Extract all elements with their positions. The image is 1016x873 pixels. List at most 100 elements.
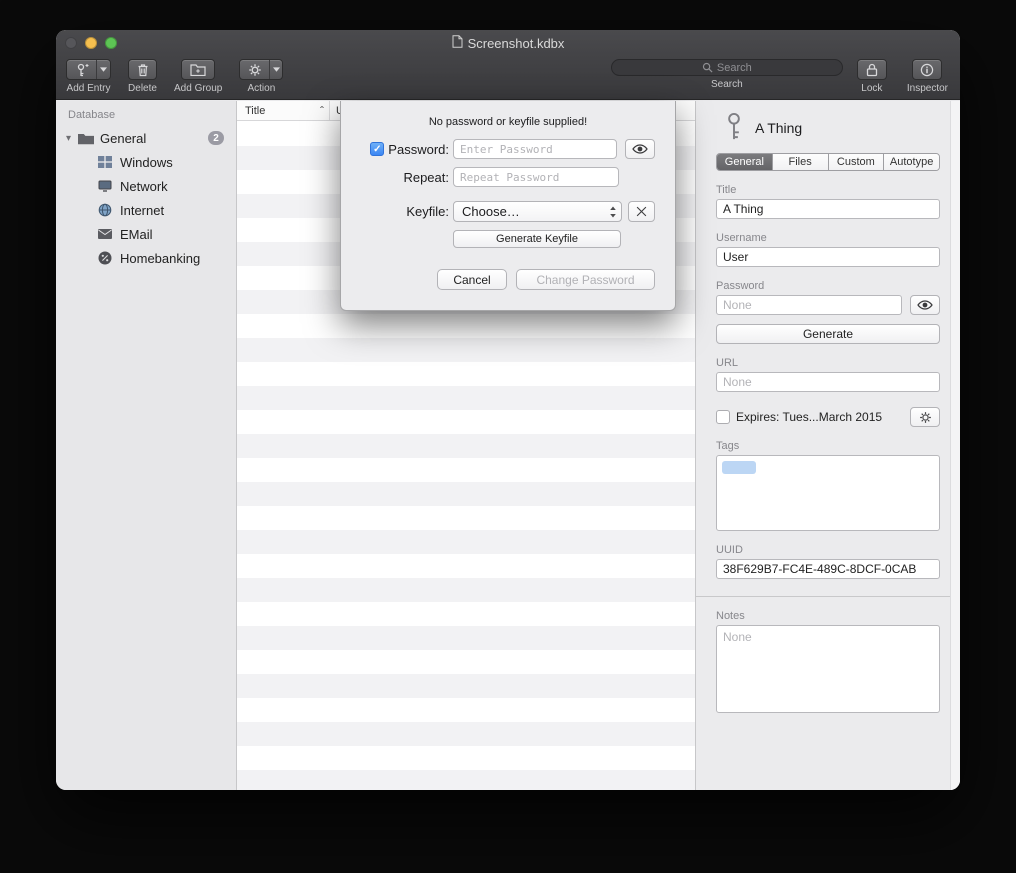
title-field[interactable] [716,199,940,219]
delete-button[interactable] [128,59,157,80]
inspector-scrollbar[interactable] [950,101,960,790]
expires-checkbox[interactable] [716,410,730,424]
tab-autotype[interactable]: Autotype [884,154,939,170]
inspector-button[interactable] [912,59,942,80]
divider [696,596,960,597]
show-password-button[interactable] [625,139,655,159]
delete-label: Delete [128,83,157,94]
change-password-dialog: No password or keyfile supplied! ✓ Passw… [340,101,676,311]
tab-files[interactable]: Files [773,154,829,170]
sidebar-item-windows[interactable]: Windows [56,150,236,174]
sidebar-item-network[interactable]: Network [56,174,236,198]
notes-field[interactable] [716,625,940,713]
add-entry-dropdown[interactable] [96,60,110,79]
show-password-button[interactable] [910,295,940,315]
action-button[interactable] [239,59,283,80]
entry-title: A Thing [755,120,802,136]
expires-row: Expires: Tues...March 2015 [716,407,940,427]
expires-settings-button[interactable] [910,407,940,427]
stepper-icon [609,206,617,218]
titlebar[interactable]: Screenshot.kdbx [56,30,960,56]
info-icon [920,63,934,77]
column-header-title[interactable]: Title ˆ [237,101,330,120]
tab-general[interactable]: General [717,154,773,170]
eye-icon [632,144,648,154]
uuid-label: UUID [716,544,940,556]
keyfile-popup[interactable]: Choose… [453,201,622,222]
windows-icon [97,156,113,168]
repeat-password-input[interactable] [453,167,619,187]
window-chrome: Screenshot.kdbx Add Entry D [56,30,960,100]
app-window: Screenshot.kdbx Add Entry D [56,30,960,790]
disclosure-triangle-icon[interactable]: ▾ [66,133,78,144]
sidebar-header: Database [56,101,236,126]
lock-icon [866,63,878,77]
action-dropdown[interactable] [269,60,283,79]
sidebar-item-general[interactable]: ▾ General 2 [56,126,236,150]
window-title: Screenshot.kdbx [56,30,960,56]
delete-item: Delete [128,59,157,94]
url-field-label: URL [716,357,940,369]
sidebar-item-homebanking[interactable]: Homebanking [56,246,236,270]
uuid-field[interactable] [716,559,940,579]
toolbar-right: Search Search Lock Inspector [611,59,948,94]
generate-password-button[interactable]: Generate [716,324,940,344]
password-row: ✓ Password: [363,139,655,159]
username-field[interactable] [716,247,940,267]
add-entry-label: Add Entry [67,83,111,94]
password-checkbox[interactable]: ✓ [370,142,384,156]
sort-caret-icon: ˆ [320,104,329,118]
chevron-down-icon [273,67,280,72]
sidebar-item-label: Homebanking [120,251,200,266]
add-group-label: Add Group [174,83,222,94]
email-icon [97,229,113,239]
inspector-panel: A Thing General Files Custom Autotype Ti… [695,101,960,790]
tab-custom[interactable]: Custom [829,154,885,170]
search-label: Search [711,79,743,90]
add-group-item: Add Group [174,59,222,94]
keyfile-row: Keyfile: Choose… [363,201,655,222]
eye-icon [917,300,933,310]
clear-keyfile-button[interactable] [628,201,655,222]
change-password-button[interactable]: Change Password [516,269,655,290]
add-group-button[interactable] [181,59,215,80]
search-icon [702,62,713,73]
repeat-label: Repeat: [403,170,449,185]
folder-plus-icon [190,63,206,76]
key-icon [726,112,742,144]
inspector-tabs: General Files Custom Autotype [716,153,940,171]
lock-item: Lock [857,59,887,94]
username-field-label: Username [716,232,940,244]
lock-label: Lock [861,83,882,94]
entry-count-badge: 2 [208,131,224,145]
expires-label: Expires: Tues...March 2015 [736,410,882,424]
url-field[interactable] [716,372,940,392]
tags-label: Tags [716,440,940,452]
generate-keyfile-button[interactable]: Generate Keyfile [453,230,621,248]
add-entry-button[interactable] [66,59,111,80]
search-item: Search Search [611,59,843,94]
enter-password-input[interactable] [453,139,617,159]
title-field-label: Title [716,184,940,196]
internet-icon [97,203,113,217]
password-field-label: Password [716,280,940,292]
toolbar: Add Entry Delete Add Group [56,56,960,100]
cancel-button[interactable]: Cancel [437,269,507,290]
inspector-header: A Thing [716,101,940,146]
search-input[interactable]: Search [611,59,843,76]
sidebar-item-email[interactable]: EMail [56,222,236,246]
notes-label: Notes [716,610,940,622]
folder-icon [78,132,94,145]
sidebar-item-label: Internet [120,203,164,218]
password-label: Password: [388,142,449,157]
tag-token[interactable] [722,461,756,474]
lock-button[interactable] [857,59,887,80]
inspector-label: Inspector [907,83,948,94]
sidebar-item-label: Network [120,179,168,194]
tags-field[interactable] [716,455,940,531]
sidebar-item-internet[interactable]: Internet [56,198,236,222]
network-icon [97,180,113,192]
window-title-text: Screenshot.kdbx [468,36,565,51]
dialog-buttons: Cancel Change Password [341,269,655,290]
password-field[interactable] [716,295,902,315]
